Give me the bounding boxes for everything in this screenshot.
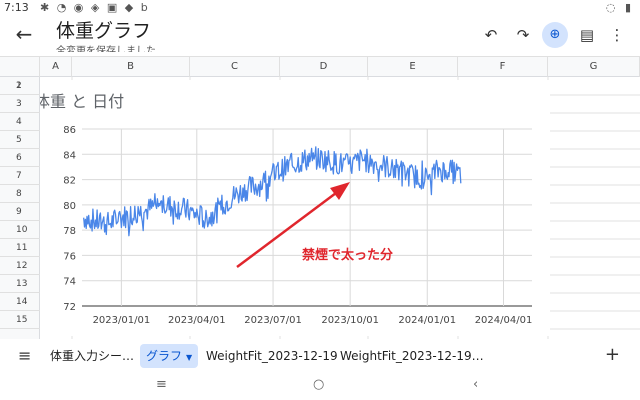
- x-tick-label: 2023/07/01: [244, 315, 302, 326]
- y-tick-label: 72: [63, 302, 76, 313]
- y-tick-label: 84: [63, 150, 76, 161]
- annotation-arrow-head: [330, 182, 350, 200]
- y-tick-label: 76: [63, 251, 76, 262]
- caret-down-icon: ▼: [186, 353, 193, 362]
- column-header[interactable]: B: [72, 57, 190, 77]
- more-icon[interactable]: ⋮: [604, 22, 630, 48]
- sheet-tabs-bar: ≡ 体重入力シー… グラフ ▼ WeightFit_2023-12-19 Weig…: [0, 339, 640, 373]
- save-status: 全変更を保存しました: [56, 46, 156, 52]
- y-tick-label: 80: [63, 201, 76, 212]
- embedded-chart[interactable]: 体重 と 日付 72 74 76 78 80 82 84 86 2023/01/01 2023/04…: [40, 80, 550, 336]
- row-header[interactable]: 4: [0, 113, 40, 131]
- row-header[interactable]: 13: [0, 275, 40, 293]
- undo-icon[interactable]: ↶: [478, 22, 504, 48]
- y-tick-label: 82: [63, 176, 76, 187]
- x-tick-label: 2023/10/01: [321, 315, 379, 326]
- row-header[interactable]: 14: [0, 293, 40, 311]
- status-bar: 7:13 ✱ ◔ ◉ ◈ ▣ ◆ b ◌ ▮: [0, 0, 640, 16]
- nav-back-icon[interactable]: ‹: [473, 377, 478, 392]
- home-icon[interactable]: ○: [313, 377, 324, 392]
- app-bar: ← 体重グラフ 全変更を保存しました ↶ ↷ ⊕ ▤ ⋮: [0, 16, 640, 56]
- column-header[interactable]: F: [458, 57, 548, 77]
- row-header[interactable]: 15: [0, 311, 40, 329]
- column-header[interactable]: G: [548, 57, 640, 77]
- chart-svg: 体重 と 日付 72 74 76 78 80 82 84 86 2023/01/01 2023/04…: [40, 92, 533, 326]
- sheets-menu-icon[interactable]: ≡: [18, 347, 36, 365]
- y-tick-label: 78: [63, 226, 76, 237]
- share-icon[interactable]: ⊕: [542, 22, 568, 48]
- row-header[interactable]: 2: [0, 77, 40, 95]
- notification-icons: ✱ ◔ ◉ ◈ ▣ ◆ b: [40, 1, 150, 14]
- column-header[interactable]: D: [280, 57, 368, 77]
- x-tick-label: 2024/01/01: [398, 315, 456, 326]
- x-tick-label: 2023/01/01: [93, 315, 151, 326]
- row-header[interactable]: 10: [0, 221, 40, 239]
- screen: 7:13 ✱ ◔ ◉ ◈ ▣ ◆ b ◌ ▮ ← 体重グラフ 全変更を保存しまし…: [0, 0, 640, 400]
- row-header-bar: 1 2 3 4 5 6 7 8 9 10 11 12 13 14 15: [0, 77, 40, 339]
- tab-weightfit-1[interactable]: WeightFit_2023-12-19: [200, 344, 344, 368]
- tab-graph-label: グラフ: [146, 349, 183, 363]
- y-tick-label: 74: [63, 277, 76, 288]
- x-tick-label: 2023/04/01: [168, 315, 226, 326]
- row-header[interactable]: 12: [0, 257, 40, 275]
- system-nav-bar: ≡ ○ ‹: [0, 373, 640, 400]
- chart-title: 体重 と 日付: [40, 92, 124, 111]
- column-header[interactable]: E: [368, 57, 458, 77]
- y-tick-label: 86: [63, 125, 76, 136]
- annotation-text: 禁煙で太った分: [302, 247, 393, 263]
- page-title: 体重グラフ: [56, 20, 152, 42]
- select-all-corner[interactable]: [0, 57, 40, 77]
- row-header[interactable]: 5: [0, 131, 40, 149]
- tab-weight-input[interactable]: 体重入力シー…: [44, 344, 140, 368]
- back-icon[interactable]: ←: [12, 22, 36, 46]
- weight-series-line: [83, 146, 462, 237]
- row-header[interactable]: 3: [0, 95, 40, 113]
- column-header[interactable]: A: [40, 57, 72, 77]
- x-tick-label: 2024/04/01: [475, 315, 533, 326]
- tab-graph[interactable]: グラフ ▼: [140, 344, 199, 368]
- redo-icon[interactable]: ↷: [510, 22, 536, 48]
- row-header[interactable]: 6: [0, 149, 40, 167]
- add-sheet-button[interactable]: +: [605, 345, 620, 365]
- row-header[interactable]: 7: [0, 167, 40, 185]
- column-header[interactable]: C: [190, 57, 280, 77]
- row-header[interactable]: 8: [0, 185, 40, 203]
- status-time: 7:13: [4, 1, 29, 14]
- recents-icon[interactable]: ≡: [156, 377, 167, 392]
- comment-icon[interactable]: ▤: [574, 22, 600, 48]
- row-header[interactable]: 11: [0, 239, 40, 257]
- row-header[interactable]: 9: [0, 203, 40, 221]
- system-icons: ◌ ▮: [605, 1, 634, 14]
- column-header-bar: A B C D E F G: [0, 56, 640, 77]
- tab-weightfit-2[interactable]: WeightFit_2023-12-19…: [334, 344, 490, 368]
